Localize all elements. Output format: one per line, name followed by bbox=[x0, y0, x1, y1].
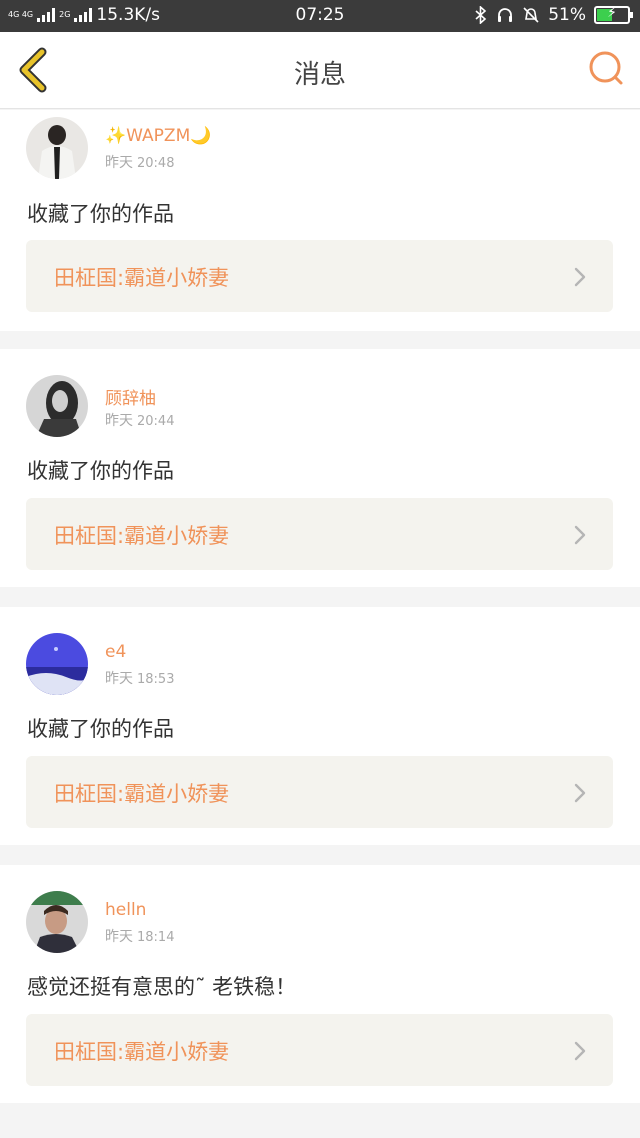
message-clock: 18:53 bbox=[137, 672, 175, 687]
message-time: 昨天 18:53 bbox=[105, 668, 174, 688]
username[interactable]: e4 bbox=[105, 642, 126, 662]
work-link[interactable]: 田柾国:霸道小娇妻 bbox=[26, 498, 613, 570]
status-right: 51% ⚡ bbox=[474, 5, 633, 25]
message-text: 感觉还挺有意思的˜ 老铁稳！ bbox=[27, 975, 297, 999]
work-link[interactable]: 田柾国:霸道小娇妻 bbox=[26, 756, 613, 828]
message-text: 收藏了你的作品 bbox=[27, 202, 174, 226]
message-text: 收藏了你的作品 bbox=[27, 459, 174, 483]
avatar[interactable] bbox=[26, 375, 88, 437]
avatar[interactable] bbox=[26, 117, 88, 179]
work-title: 田柾国:霸道小娇妻 bbox=[54, 266, 230, 290]
battery-percent: 51% bbox=[548, 5, 586, 25]
search-button[interactable] bbox=[586, 48, 626, 88]
chevron-right-icon bbox=[574, 525, 586, 545]
chevron-right-icon bbox=[574, 1041, 586, 1061]
status-bar: 4G 4G 2G 15.3K/s 07:25 51% ⚡ bbox=[0, 0, 640, 32]
message-clock: 18:14 bbox=[137, 930, 175, 945]
message-clock: 20:48 bbox=[137, 156, 175, 171]
message-day: 昨天 bbox=[105, 155, 133, 171]
headset-icon bbox=[498, 8, 513, 22]
username[interactable]: helln bbox=[105, 900, 146, 920]
message-text: 收藏了你的作品 bbox=[27, 717, 174, 741]
message-time: 昨天 18:14 bbox=[105, 926, 174, 946]
charging-icon: ⚡ bbox=[607, 5, 617, 21]
message-clock: 20:44 bbox=[137, 414, 175, 429]
chevron-right-icon bbox=[574, 783, 586, 803]
message-time: 昨天 20:44 bbox=[105, 410, 174, 430]
search-icon bbox=[589, 51, 623, 85]
bluetooth-icon bbox=[475, 6, 487, 24]
message-day: 昨天 bbox=[105, 413, 133, 429]
chevron-right-icon bbox=[574, 267, 586, 287]
username[interactable]: 顾辞柚 bbox=[105, 384, 156, 409]
avatar[interactable] bbox=[26, 891, 88, 953]
work-link[interactable]: 田柾国:霸道小娇妻 bbox=[26, 240, 613, 312]
message-day: 昨天 bbox=[105, 671, 133, 687]
page-title: 消息 bbox=[293, 60, 346, 90]
nav-bar: 消息 bbox=[0, 32, 640, 109]
message-card: ✨WAPZM🌙 昨天 20:48 收藏了你的作品 田柾国:霸道小娇妻 bbox=[0, 110, 640, 331]
avatar[interactable] bbox=[26, 633, 88, 695]
message-day: 昨天 bbox=[105, 929, 133, 945]
message-list: ✨WAPZM🌙 昨天 20:48 收藏了你的作品 田柾国:霸道小娇妻 顾辞柚 昨天… bbox=[0, 110, 640, 1123]
message-card: 顾辞柚 昨天 20:44 收藏了你的作品 田柾国:霸道小娇妻 bbox=[0, 349, 640, 587]
work-link[interactable]: 田柾国:霸道小娇妻 bbox=[26, 1014, 613, 1086]
battery-icon: ⚡ bbox=[594, 5, 633, 24]
username[interactable]: ✨WAPZM🌙 bbox=[105, 126, 211, 146]
message-card: e4 昨天 18:53 收藏了你的作品 田柾国:霸道小娇妻 bbox=[0, 607, 640, 845]
work-title: 田柾国:霸道小娇妻 bbox=[54, 1040, 230, 1064]
work-title: 田柾国:霸道小娇妻 bbox=[54, 524, 230, 548]
work-title: 田柾国:霸道小娇妻 bbox=[54, 782, 230, 806]
message-time: 昨天 20:48 bbox=[105, 152, 174, 172]
mute-bell-icon bbox=[523, 7, 539, 23]
message-card: helln 昨天 18:14 感觉还挺有意思的˜ 老铁稳！ 田柾国:霸道小娇妻 bbox=[0, 865, 640, 1103]
